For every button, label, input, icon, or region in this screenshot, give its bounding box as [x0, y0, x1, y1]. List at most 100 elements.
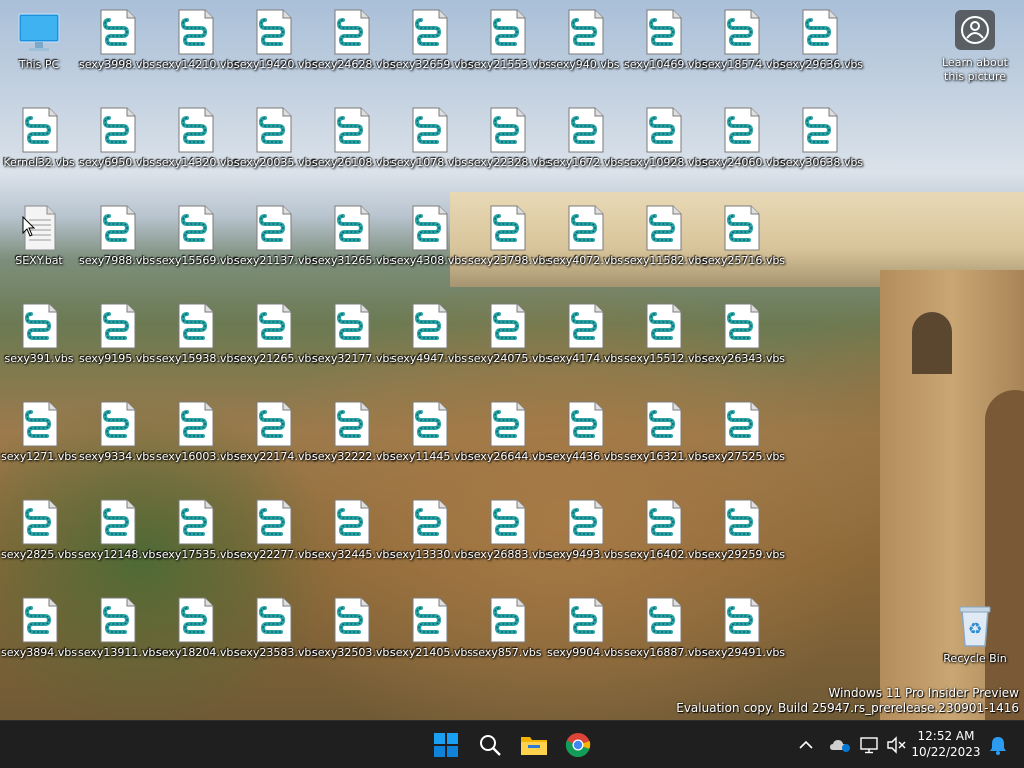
vbs-file[interactable]: sexy16887.vbs	[624, 590, 707, 672]
vbs-file[interactable]: sexy32445.vbs	[312, 492, 395, 574]
vbs-file[interactable]: sexy4308.vbs	[390, 198, 468, 280]
vbs-file[interactable]: sexy9334.vbs	[78, 394, 156, 476]
vbs-file[interactable]: sexy26883.vbs	[468, 492, 551, 574]
vbs-file[interactable]: sexy22174.vbs	[234, 394, 317, 476]
vbs-file[interactable]: sexy29491.vbs	[702, 590, 786, 672]
vbs-file[interactable]: sexy26644.vbs	[468, 394, 551, 476]
vbs-file[interactable]: sexy23583.vbs	[234, 590, 317, 672]
learn-about-picture-label: Learn about this picture	[942, 56, 1008, 83]
vbs-file[interactable]: sexy11445.vbs	[390, 394, 473, 476]
vbs-file[interactable]: sexy1672.vbs	[546, 100, 624, 182]
desktop-icon-label: sexy9904.vbs	[546, 646, 624, 659]
vbs-file[interactable]: sexy1078.vbs	[390, 100, 468, 182]
svg-text:♻: ♻	[968, 619, 982, 638]
vbs-file[interactable]: sexy32222.vbs	[312, 394, 395, 476]
show-hidden-icons-button[interactable]	[794, 733, 818, 757]
vbs-file[interactable]: sexy4174.vbs	[546, 296, 624, 378]
vbs-script-icon	[178, 9, 214, 55]
vbs-file[interactable]: sexy21405.vbs	[390, 590, 473, 672]
vbs-file[interactable]: sexy24060.vbs	[702, 100, 785, 182]
vbs-file[interactable]: sexy3998.vbs	[78, 2, 156, 84]
vbs-file[interactable]: sexy32177.vbs	[312, 296, 395, 378]
vbs-file[interactable]: sexy1271.vbs	[0, 394, 78, 476]
vbs-file[interactable]: sexy14210.vbs	[156, 2, 239, 84]
vbs-file[interactable]: sexy22328.vbs	[468, 100, 551, 182]
vbs-file[interactable]: sexy32659.vbs	[390, 2, 473, 84]
vbs-file[interactable]: sexy14320.vbs	[156, 100, 239, 182]
vbs-script-icon	[490, 9, 526, 55]
bat-file[interactable]: SEXY.bat	[0, 198, 78, 280]
vbs-file[interactable]: sexy24075.vbs	[468, 296, 551, 378]
vbs-file[interactable]: sexy30638.vbs	[780, 100, 864, 182]
vbs-file[interactable]: sexy18204.vbs	[156, 590, 239, 672]
vbs-file[interactable]: sexy13911.vbs	[78, 590, 161, 672]
recycle-bin-shortcut[interactable]: ♻ Recycle Bin	[935, 596, 1015, 678]
search-button[interactable]	[470, 725, 510, 765]
start-button[interactable]	[426, 725, 466, 765]
chrome-button[interactable]	[558, 725, 598, 765]
notifications-button[interactable]	[986, 733, 1010, 757]
file-explorer-button[interactable]	[514, 725, 554, 765]
network-button[interactable]	[858, 733, 882, 757]
desktop-icon-label: sexy13330.vbs	[390, 548, 474, 561]
vbs-file[interactable]: sexy9195.vbs	[78, 296, 156, 378]
this-pc-shortcut[interactable]: This PC	[0, 2, 78, 84]
vbs-file[interactable]: sexy4436.vbs	[546, 394, 624, 476]
vbs-file[interactable]: sexy26108.vbs	[312, 100, 395, 182]
vbs-file[interactable]: sexy21137.vbs	[234, 198, 317, 280]
clock-button[interactable]: 12:52 AM 10/22/2023	[910, 728, 982, 760]
vbs-file[interactable]: sexy391.vbs	[0, 296, 78, 378]
vbs-file[interactable]: sexy21265.vbs	[234, 296, 317, 378]
vbs-file[interactable]: sexy4072.vbs	[546, 198, 624, 280]
vbs-file[interactable]: sexy29259.vbs	[702, 492, 785, 574]
vbs-file[interactable]: sexy10469.vbs	[624, 2, 707, 84]
vbs-file[interactable]: sexy32503.vbs	[312, 590, 395, 672]
vbs-file[interactable]: sexy23798.vbs	[468, 198, 551, 280]
vbs-file[interactable]: sexy857.vbs	[468, 590, 546, 672]
vbs-file[interactable]: sexy20035.vbs	[234, 100, 317, 182]
vbs-file[interactable]: sexy10928.vbs	[624, 100, 707, 182]
desktop-icon-label: sexy30638.vbs	[780, 156, 864, 169]
vbs-file[interactable]: sexy940.vbs	[546, 2, 624, 84]
vbs-file[interactable]: sexy16402.vbs	[624, 492, 707, 574]
vbs-file[interactable]: sexy16321.vbs	[624, 394, 707, 476]
vbs-file[interactable]: sexy7988.vbs	[78, 198, 156, 280]
vbs-file[interactable]: sexy6950.vbs	[78, 100, 156, 182]
vbs-file[interactable]: sexy18574.vbs	[702, 2, 785, 84]
vbs-file[interactable]: sexy9904.vbs	[546, 590, 624, 672]
vbs-file[interactable]: sexy9493.vbs	[546, 492, 624, 574]
vbs-file[interactable]: Kernel32.vbs	[0, 100, 78, 182]
vbs-file[interactable]: sexy17535.vbs	[156, 492, 240, 574]
desktop[interactable]: This PC Kernel32.vbs SEXY.bat sexy391.vbs se…	[0, 0, 1024, 720]
desktop-icon-label: sexy11582.vbs	[624, 254, 708, 267]
learn-about-picture-button[interactable]: Learn about this picture	[930, 10, 1020, 84]
vbs-file[interactable]: sexy15938.vbs	[156, 296, 239, 378]
vbs-file[interactable]: sexy27525.vbs	[702, 394, 785, 476]
volume-button[interactable]	[884, 733, 908, 757]
vbs-file[interactable]: sexy22277.vbs	[234, 492, 317, 574]
vbs-script-icon	[568, 9, 604, 55]
vbs-file[interactable]: sexy21553.vbs	[468, 2, 551, 84]
vbs-file[interactable]: sexy11582.vbs	[624, 198, 708, 280]
vbs-file[interactable]: sexy25716.vbs	[702, 198, 785, 280]
vbs-file[interactable]: sexy19420.vbs	[234, 2, 317, 84]
desktop-icon-label: sexy17535.vbs	[156, 548, 240, 561]
desktop-icon-label: sexy29491.vbs	[702, 646, 786, 659]
vbs-file[interactable]: sexy3894.vbs	[0, 590, 78, 672]
vbs-file[interactable]: sexy12148.vbs	[78, 492, 161, 574]
vbs-file[interactable]: sexy15569.vbs	[156, 198, 239, 280]
desktop-icon-label: sexy4436.vbs	[546, 450, 624, 463]
vbs-file[interactable]: sexy16003.vbs	[156, 394, 239, 476]
vbs-file[interactable]: sexy29636.vbs	[780, 2, 863, 84]
desktop-icon-label: sexy940.vbs	[550, 58, 620, 71]
vbs-file[interactable]: sexy13330.vbs	[390, 492, 474, 574]
onedrive-button[interactable]	[828, 733, 852, 757]
vbs-file[interactable]: sexy24628.vbs	[312, 2, 395, 84]
vbs-file[interactable]: sexy4947.vbs	[390, 296, 468, 378]
vbs-file[interactable]: sexy15512.vbs	[624, 296, 707, 378]
vbs-file[interactable]: sexy26343.vbs	[702, 296, 785, 378]
vbs-script-icon	[490, 107, 526, 153]
vbs-file[interactable]: sexy2825.vbs	[0, 492, 78, 574]
vbs-file[interactable]: sexy31265.vbs	[312, 198, 395, 280]
wallpaper-arch	[912, 312, 952, 374]
